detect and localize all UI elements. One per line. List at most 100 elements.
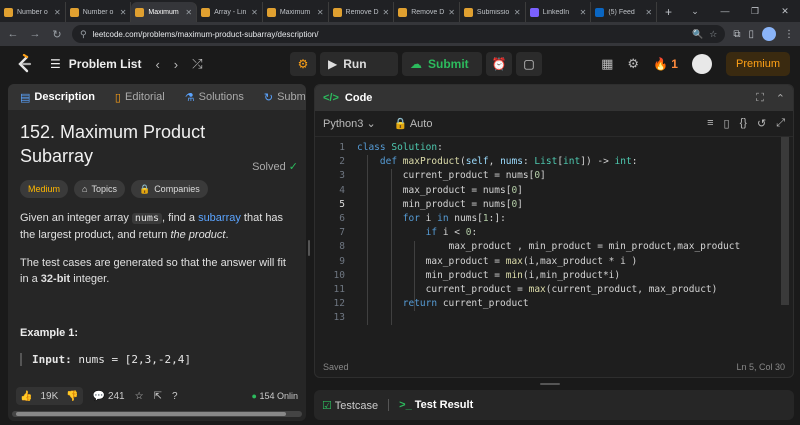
companies-label: Companies	[154, 184, 200, 194]
chevron-down-icon: ⌄	[366, 118, 376, 130]
bookmark-star-icon[interactable]: ☆	[709, 29, 717, 40]
leetcode-logo[interactable]	[14, 54, 34, 74]
chevron-down-icon[interactable]: ⌄	[680, 6, 710, 17]
browser-tab-label: Number o	[82, 8, 114, 16]
example-title: Example 1:	[20, 327, 79, 339]
star-icon[interactable]: ☆	[135, 391, 144, 402]
close-tab-icon[interactable]: ✕	[514, 8, 521, 17]
topics-tag[interactable]: ⌂ Topics	[74, 180, 125, 198]
close-tab-icon[interactable]: ✕	[317, 8, 324, 17]
browser-tab[interactable]: Submissio ✕	[460, 2, 526, 22]
zoom-icon[interactable]: 🔍	[692, 29, 703, 40]
bookmark-icon[interactable]: ▯	[724, 117, 730, 130]
close-tab-icon[interactable]: ✕	[251, 8, 258, 17]
submit-button[interactable]: ☁ Submit	[402, 52, 482, 76]
list-icon: ☰	[50, 57, 61, 71]
back-icon[interactable]: ←	[6, 28, 20, 40]
share-icon[interactable]: ⇱	[154, 391, 162, 402]
gear-icon[interactable]: ⚙	[627, 56, 639, 72]
browser-tab[interactable]: Number o ✕	[66, 2, 132, 22]
url-field[interactable]: ⚲ leetcode.com/problems/maximum-product-…	[72, 25, 726, 43]
browser-tab[interactable]: Number o ✕	[0, 2, 66, 22]
problem-list-link[interactable]: ☰ Problem List	[50, 57, 141, 71]
timer-button[interactable]: ⏰	[486, 52, 512, 76]
site-info-icon[interactable]: ⚲	[80, 29, 87, 40]
bug-icon: ⚙	[297, 57, 309, 71]
run-button[interactable]: ▶ Run	[320, 52, 398, 76]
close-icon[interactable]: ✕	[770, 6, 800, 17]
tab-testcase[interactable]: ☑ Testcase	[322, 399, 378, 412]
line-number: 6	[339, 212, 345, 224]
language-select[interactable]: Python3 ⌄	[323, 117, 376, 130]
browser-tab[interactable]: Remove D ✕	[329, 2, 395, 22]
close-tab-icon[interactable]: ✕	[580, 8, 587, 17]
subarray-link[interactable]: subarray	[198, 212, 241, 224]
forward-icon[interactable]: →	[28, 28, 42, 40]
prev-problem-icon[interactable]: ‹	[155, 57, 159, 72]
browser-menu-icon[interactable]: ⋮	[784, 29, 794, 40]
reset-icon[interactable]: ↺	[757, 117, 766, 130]
input-value: nums = [2,3,-2,4]	[78, 353, 191, 366]
browser-tab[interactable]: Maximum ✕	[263, 2, 329, 22]
close-tab-icon[interactable]: ✕	[54, 8, 61, 17]
browser-tab[interactable]: Remove D ✕	[394, 2, 460, 22]
leetcode-header: ☰ Problem List ‹ › ⤮ ⚙ ▶ Run ☁ Submit ⏰ …	[0, 46, 800, 82]
tab-test-result[interactable]: >_ Test Result	[399, 399, 473, 411]
browser-tab-label: Array - Lin	[214, 8, 247, 16]
minimize-icon[interactable]: —	[710, 6, 740, 16]
comment-button[interactable]: 💬 241	[93, 391, 125, 402]
collapse-icon[interactable]: ⌃	[776, 92, 785, 105]
header-right: ▦ ⚙ 🔥 1 Premium	[601, 52, 790, 76]
code-icon: </>	[323, 92, 339, 104]
new-tab-button[interactable]: +	[657, 2, 680, 22]
check-circle-icon: ✓	[288, 161, 298, 173]
help-icon[interactable]: ?	[172, 391, 178, 402]
tab-editorial[interactable]: ▯ Editorial	[109, 91, 171, 104]
streak-counter[interactable]: 🔥 1	[653, 57, 678, 71]
thumbs-up-icon[interactable]: 👍	[16, 391, 36, 402]
tab-label: Description	[34, 91, 95, 103]
maximize-icon[interactable]: ❐	[740, 6, 770, 17]
profile-avatar[interactable]	[762, 27, 776, 41]
scrollbar-thumb[interactable]	[16, 412, 286, 416]
tab-description[interactable]: ▤ Description	[14, 91, 101, 104]
close-tab-icon[interactable]: ✕	[645, 8, 652, 17]
braces-icon[interactable]: {}	[740, 117, 747, 130]
editor-status-bar: Saved Ln 5, Col 30	[315, 357, 793, 377]
extensions-icon[interactable]: ⧉	[733, 29, 740, 40]
close-tab-icon[interactable]: ✕	[383, 8, 390, 17]
debug-button[interactable]: ⚙	[290, 52, 316, 76]
difficulty-badge[interactable]: Medium	[20, 180, 69, 198]
tab-solutions[interactable]: ⚗ Solutions	[179, 91, 250, 104]
panel-resize-handle[interactable]	[308, 240, 310, 256]
premium-button[interactable]: Premium	[725, 52, 790, 76]
expand-icon[interactable]: ⤢	[776, 117, 785, 130]
layout-icon[interactable]: ▦	[601, 56, 613, 72]
shuffle-icon[interactable]: ⤮	[192, 56, 202, 72]
close-tab-icon[interactable]: ✕	[448, 8, 455, 17]
close-tab-icon[interactable]: ✕	[120, 8, 127, 17]
browser-tab[interactable]: Array - Lin ✕	[197, 2, 263, 22]
problem-constraint-note: The test cases are generated so that the…	[20, 255, 294, 287]
companies-tag[interactable]: 🔒 Companies	[130, 180, 208, 198]
avatar[interactable]	[691, 54, 712, 74]
like-dislike-group: 👍 19K 👎	[16, 387, 83, 405]
tab-submissions[interactable]: ↻ Submi	[258, 91, 306, 104]
editor-scrollbar[interactable]	[781, 137, 789, 305]
format-icon[interactable]: ≡	[707, 117, 713, 130]
horizontal-scrollbar[interactable]	[12, 411, 302, 417]
close-tab-icon[interactable]: ✕	[185, 8, 192, 17]
next-problem-icon[interactable]: ›	[174, 57, 178, 72]
vertical-resize-handle[interactable]	[540, 383, 560, 385]
online-count: ● 154 Onlin	[252, 391, 298, 401]
browser-tab[interactable]: LinkedIn ✕	[526, 2, 592, 22]
notes-button[interactable]: ▢	[516, 52, 542, 76]
browser-tab[interactable]: Maximum ✕	[131, 2, 198, 22]
code-editor[interactable]: 1 class Solution: 2 def maxProduct(self, …	[315, 141, 793, 351]
reload-icon[interactable]: ↻	[50, 28, 64, 41]
thumbs-down-icon[interactable]: 👎	[62, 391, 82, 402]
editor-tools: ≡ ▯ {} ↺ ⤢	[707, 117, 785, 130]
browser-tab[interactable]: (5) Feed ✕	[591, 2, 658, 22]
split-view-icon[interactable]: ▯	[748, 29, 754, 40]
fullscreen-icon[interactable]: ⛶	[756, 92, 764, 105]
